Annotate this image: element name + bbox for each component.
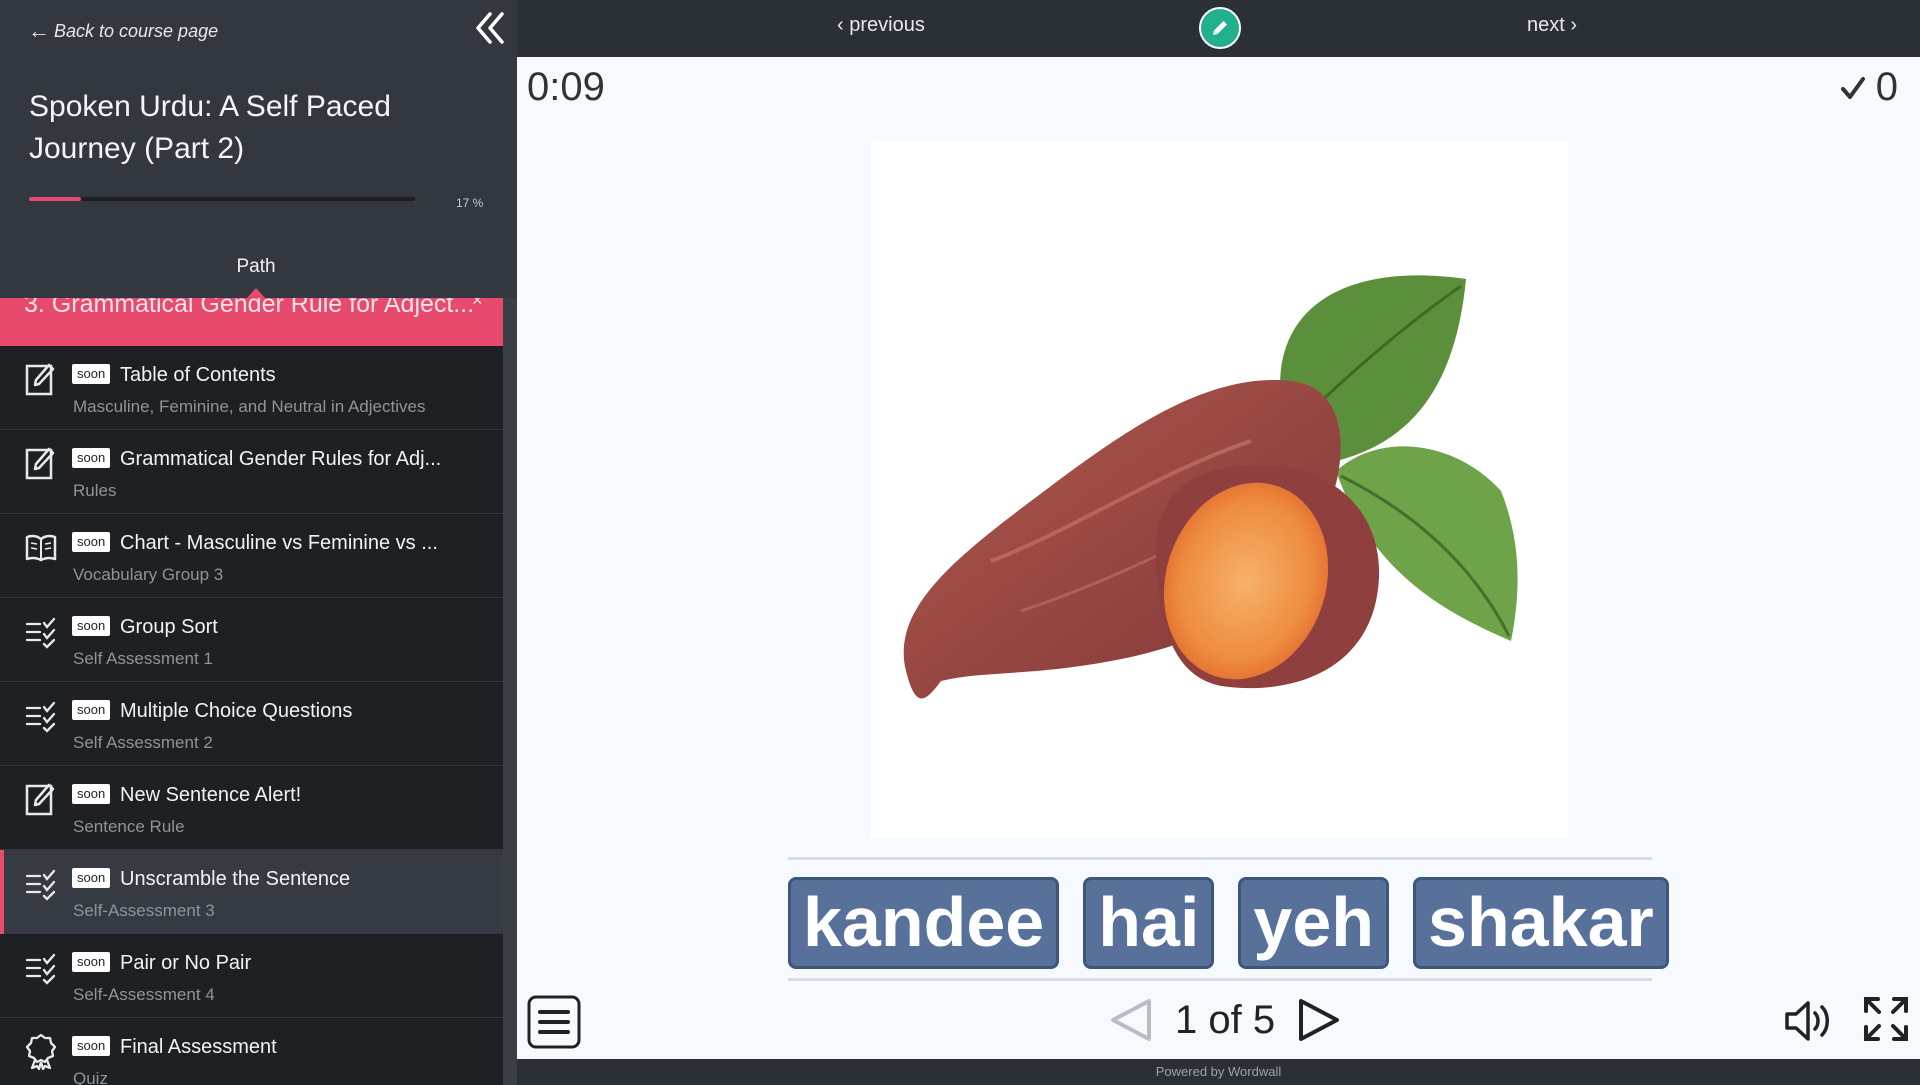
sweet-potato-illustration bbox=[903, 275, 1518, 699]
triangle-right-icon bbox=[1299, 999, 1340, 1041]
back-link-label: Back to course page bbox=[54, 20, 219, 41]
lesson-subtitle: Self-Assessment 3 bbox=[73, 901, 215, 920]
wordwall-game: 0:09 0 kandee hai yeh shakar 1 of 5 bbox=[517, 57, 1920, 1059]
checklist-icon bbox=[24, 948, 58, 986]
sweet-potato-picture bbox=[871, 141, 1568, 838]
previous-button[interactable]: ‹ previous bbox=[837, 14, 925, 37]
double-chevron-left-icon bbox=[476, 12, 504, 44]
course-progress-fill bbox=[29, 197, 82, 201]
lesson-item[interactable]: soon Chart - Masculine vs Feminine vs ...… bbox=[0, 514, 503, 598]
lesson-item[interactable]: soon Unscramble the Sentence Self-Assessme… bbox=[0, 850, 503, 934]
lesson-title: Multiple Choice Questions bbox=[120, 700, 353, 722]
chevron-left-icon: ‹ bbox=[837, 14, 844, 36]
soon-badge: soon bbox=[72, 364, 111, 384]
checklist-icon bbox=[24, 696, 58, 734]
lesson-title: Table of Contents bbox=[120, 364, 276, 386]
menu-button[interactable] bbox=[527, 995, 581, 1049]
lesson-title: Unscramble the Sentence bbox=[120, 868, 351, 890]
lesson-subtitle: Vocabulary Group 3 bbox=[73, 565, 224, 584]
soon-badge: soon bbox=[72, 952, 111, 972]
pencil-icon bbox=[1213, 21, 1227, 35]
assignment-edit-icon bbox=[24, 360, 58, 398]
fullscreen-button[interactable] bbox=[1862, 995, 1910, 1043]
soon-badge: soon bbox=[72, 784, 111, 804]
speaker-icon bbox=[1785, 1001, 1829, 1041]
word-tile[interactable]: shakar bbox=[1413, 877, 1669, 969]
lesson-subtitle: Self Assessment 2 bbox=[73, 733, 213, 752]
soon-badge: soon bbox=[72, 868, 111, 888]
lesson-subtitle: Rules bbox=[73, 481, 117, 500]
hamburger-menu-icon bbox=[527, 995, 581, 1049]
sidebar-header: ← Back to course page Spoken Urdu: A Sel… bbox=[0, 0, 517, 298]
lesson-item[interactable]: soon New Sentence Alert! Sentence Rule bbox=[0, 766, 503, 850]
chevron-right-icon: › bbox=[1570, 14, 1578, 36]
divider-top bbox=[788, 857, 1652, 860]
lesson-subtitle: Quiz bbox=[73, 1069, 108, 1085]
soon-badge: soon bbox=[72, 532, 111, 552]
next-label: next bbox=[1527, 14, 1565, 36]
sound-button[interactable] bbox=[1784, 999, 1834, 1043]
next-page-button[interactable] bbox=[1295, 996, 1343, 1044]
lesson-title: Chart - Masculine vs Feminine vs ... bbox=[120, 532, 438, 554]
checklist-icon bbox=[24, 612, 58, 650]
lesson-item[interactable]: soon Table of Contents Masculine, Feminine… bbox=[0, 346, 503, 430]
fullscreen-icon bbox=[1864, 997, 1908, 1041]
word-tiles: kandee hai yeh shakar bbox=[788, 877, 1669, 969]
back-to-course-link[interactable]: ← Back to course page bbox=[28, 18, 218, 44]
word-tile[interactable]: yeh bbox=[1238, 877, 1390, 969]
open-book-icon bbox=[24, 528, 58, 566]
lesson-item[interactable]: soon Multiple Choice Questions Self Assess… bbox=[0, 682, 503, 766]
tab-path[interactable]: Path bbox=[0, 256, 512, 278]
lesson-subtitle: Masculine, Feminine, and Neutral in Adje… bbox=[73, 397, 426, 416]
timer: 0:09 bbox=[527, 65, 605, 109]
sidebar-scrollbar[interactable] bbox=[503, 298, 517, 1085]
course-sidebar: ← Back to course page Spoken Urdu: A Sel… bbox=[0, 0, 517, 1085]
active-tab-caret bbox=[247, 288, 265, 298]
powered-by-footer: Powered by Wordwall bbox=[517, 1059, 1920, 1085]
triangle-left-icon bbox=[1111, 999, 1151, 1041]
lesson-subtitle: Sentence Rule bbox=[73, 817, 185, 836]
collapse-sidebar-button[interactable] bbox=[474, 10, 506, 46]
assignment-edit-icon bbox=[24, 780, 58, 818]
lesson-item[interactable]: soon Group Sort Self Assessment 1 bbox=[0, 598, 503, 682]
score-counter: 0 bbox=[1840, 65, 1898, 110]
lesson-subtitle: Self-Assessment 4 bbox=[73, 985, 215, 1004]
activity-navigation-bar: ‹ previous next › bbox=[517, 0, 1920, 57]
checklist-icon bbox=[24, 864, 58, 902]
lesson-title: Group Sort bbox=[120, 616, 218, 638]
soon-badge: soon bbox=[72, 700, 111, 720]
previous-page-button[interactable] bbox=[1107, 996, 1155, 1044]
award-badge-icon bbox=[24, 1032, 58, 1071]
page-indicator: 1 of 5 bbox=[1175, 997, 1276, 1042]
lesson-list: soon Table of Contents Masculine, Feminine… bbox=[0, 346, 503, 1085]
lesson-item[interactable]: soon Final Assessment Quiz bbox=[0, 1018, 503, 1085]
lesson-title: Final Assessment bbox=[120, 1036, 277, 1058]
divider-bottom bbox=[788, 978, 1652, 981]
lesson-subtitle: Self Assessment 1 bbox=[73, 649, 213, 668]
course-progress-label: 17 % bbox=[456, 196, 484, 210]
soon-badge: soon bbox=[72, 616, 111, 636]
assignment-edit-icon bbox=[24, 444, 58, 482]
lesson-item[interactable]: soon Pair or No Pair Self-Assessment 4 bbox=[0, 934, 503, 1018]
word-tile[interactable]: hai bbox=[1083, 877, 1215, 969]
soon-badge: soon bbox=[72, 448, 111, 468]
soon-badge: soon bbox=[72, 1036, 111, 1056]
arrow-left-icon: ← bbox=[28, 18, 50, 43]
page-navigator: 1 of 5 bbox=[1107, 990, 1343, 1050]
word-tile[interactable]: kandee bbox=[788, 877, 1060, 969]
lesson-title: Pair or No Pair bbox=[120, 952, 252, 974]
edit-button[interactable] bbox=[1199, 7, 1241, 49]
lesson-item[interactable]: soon Grammatical Gender Rules for Adj... R… bbox=[0, 430, 503, 514]
score-value: 0 bbox=[1875, 65, 1898, 109]
course-title: Spoken Urdu: A Self Paced Journey (Part … bbox=[29, 90, 391, 165]
next-button[interactable]: next › bbox=[1527, 14, 1577, 37]
lesson-title: Grammatical Gender Rules for Adj... bbox=[120, 448, 442, 470]
checkmark-icon bbox=[1840, 76, 1865, 99]
lesson-title: New Sentence Alert! bbox=[120, 784, 302, 806]
course-progress-bar bbox=[29, 197, 415, 201]
previous-label: previous bbox=[849, 14, 925, 36]
